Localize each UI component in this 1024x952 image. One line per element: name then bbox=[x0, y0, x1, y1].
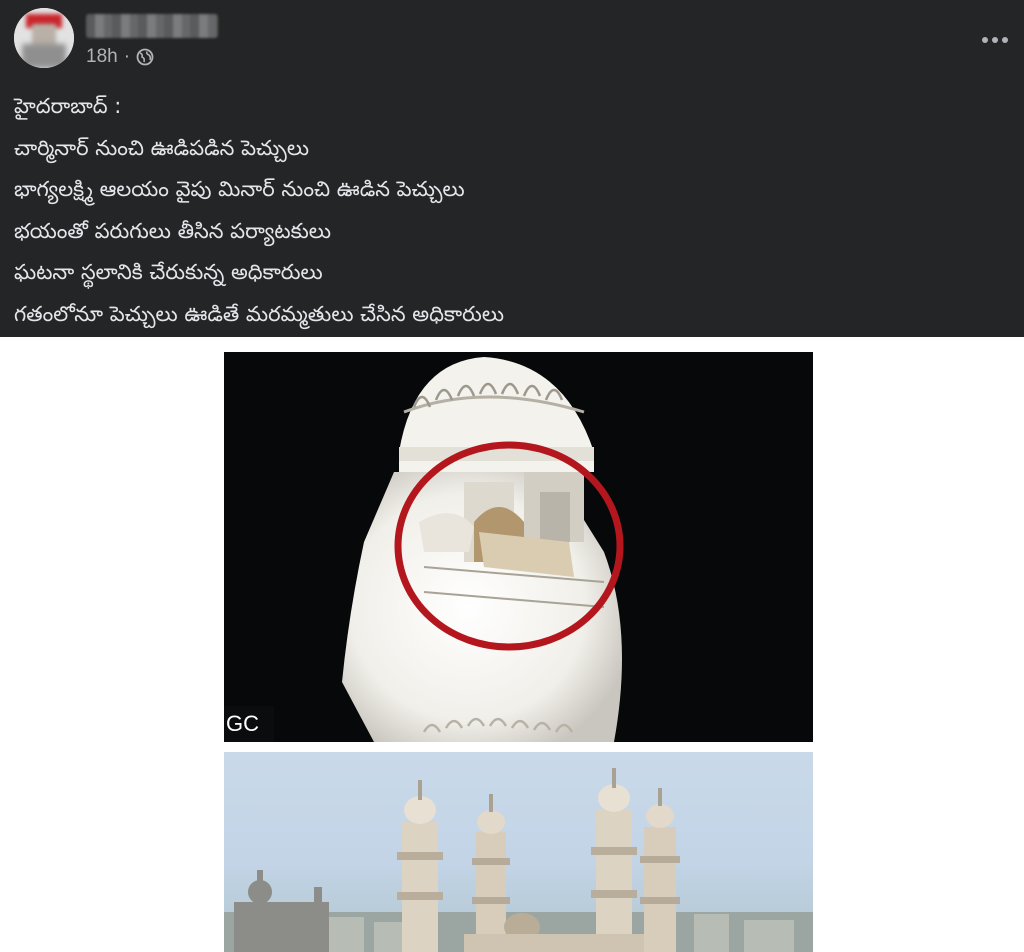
charminar-illustration bbox=[224, 768, 813, 952]
post-line: గతంలోనూ పెచ్చులు ఊడితే మరమ్మతులు చేసిన అ… bbox=[14, 301, 504, 326]
post-line: చార్మినార్ నుంచి ఊడిపడిన పెచ్చులు bbox=[14, 135, 309, 160]
more-options-icon[interactable] bbox=[978, 28, 1012, 52]
post-photo-charminar[interactable] bbox=[224, 752, 813, 952]
author-name[interactable] bbox=[86, 14, 218, 38]
post-line: భయంతో పరుగులు తీసిన పర్యాటకులు bbox=[14, 218, 331, 243]
post-line: హైదరాబాద్ : bbox=[14, 94, 122, 118]
minaret-closeup-illustration bbox=[224, 352, 813, 742]
post-text: హైదరాబాద్ : చార్మినార్ నుంచి ఊడిపడిన పెచ… bbox=[14, 86, 1004, 335]
globe-icon bbox=[136, 48, 154, 66]
meta-separator: · bbox=[123, 46, 131, 67]
avatar[interactable] bbox=[14, 8, 74, 68]
post-line: ఘటనా స్థలానికి చేరుకున్న అధికారులు bbox=[14, 260, 323, 284]
post-time[interactable]: 18h bbox=[86, 46, 118, 68]
post-photo-minaret-closeup[interactable]: GC bbox=[224, 352, 813, 742]
photo-watermark: GC bbox=[224, 706, 274, 742]
post-line: భాగ్యలక్ష్మి ఆలయం వైపు మినార్ నుంచి ఊడిన… bbox=[14, 177, 465, 201]
post-header: 18h · హైదరాబాద్ : చార్మినార్ నుంచి ఊడిపడ… bbox=[0, 0, 1024, 337]
post-meta: 18h · bbox=[86, 46, 154, 68]
